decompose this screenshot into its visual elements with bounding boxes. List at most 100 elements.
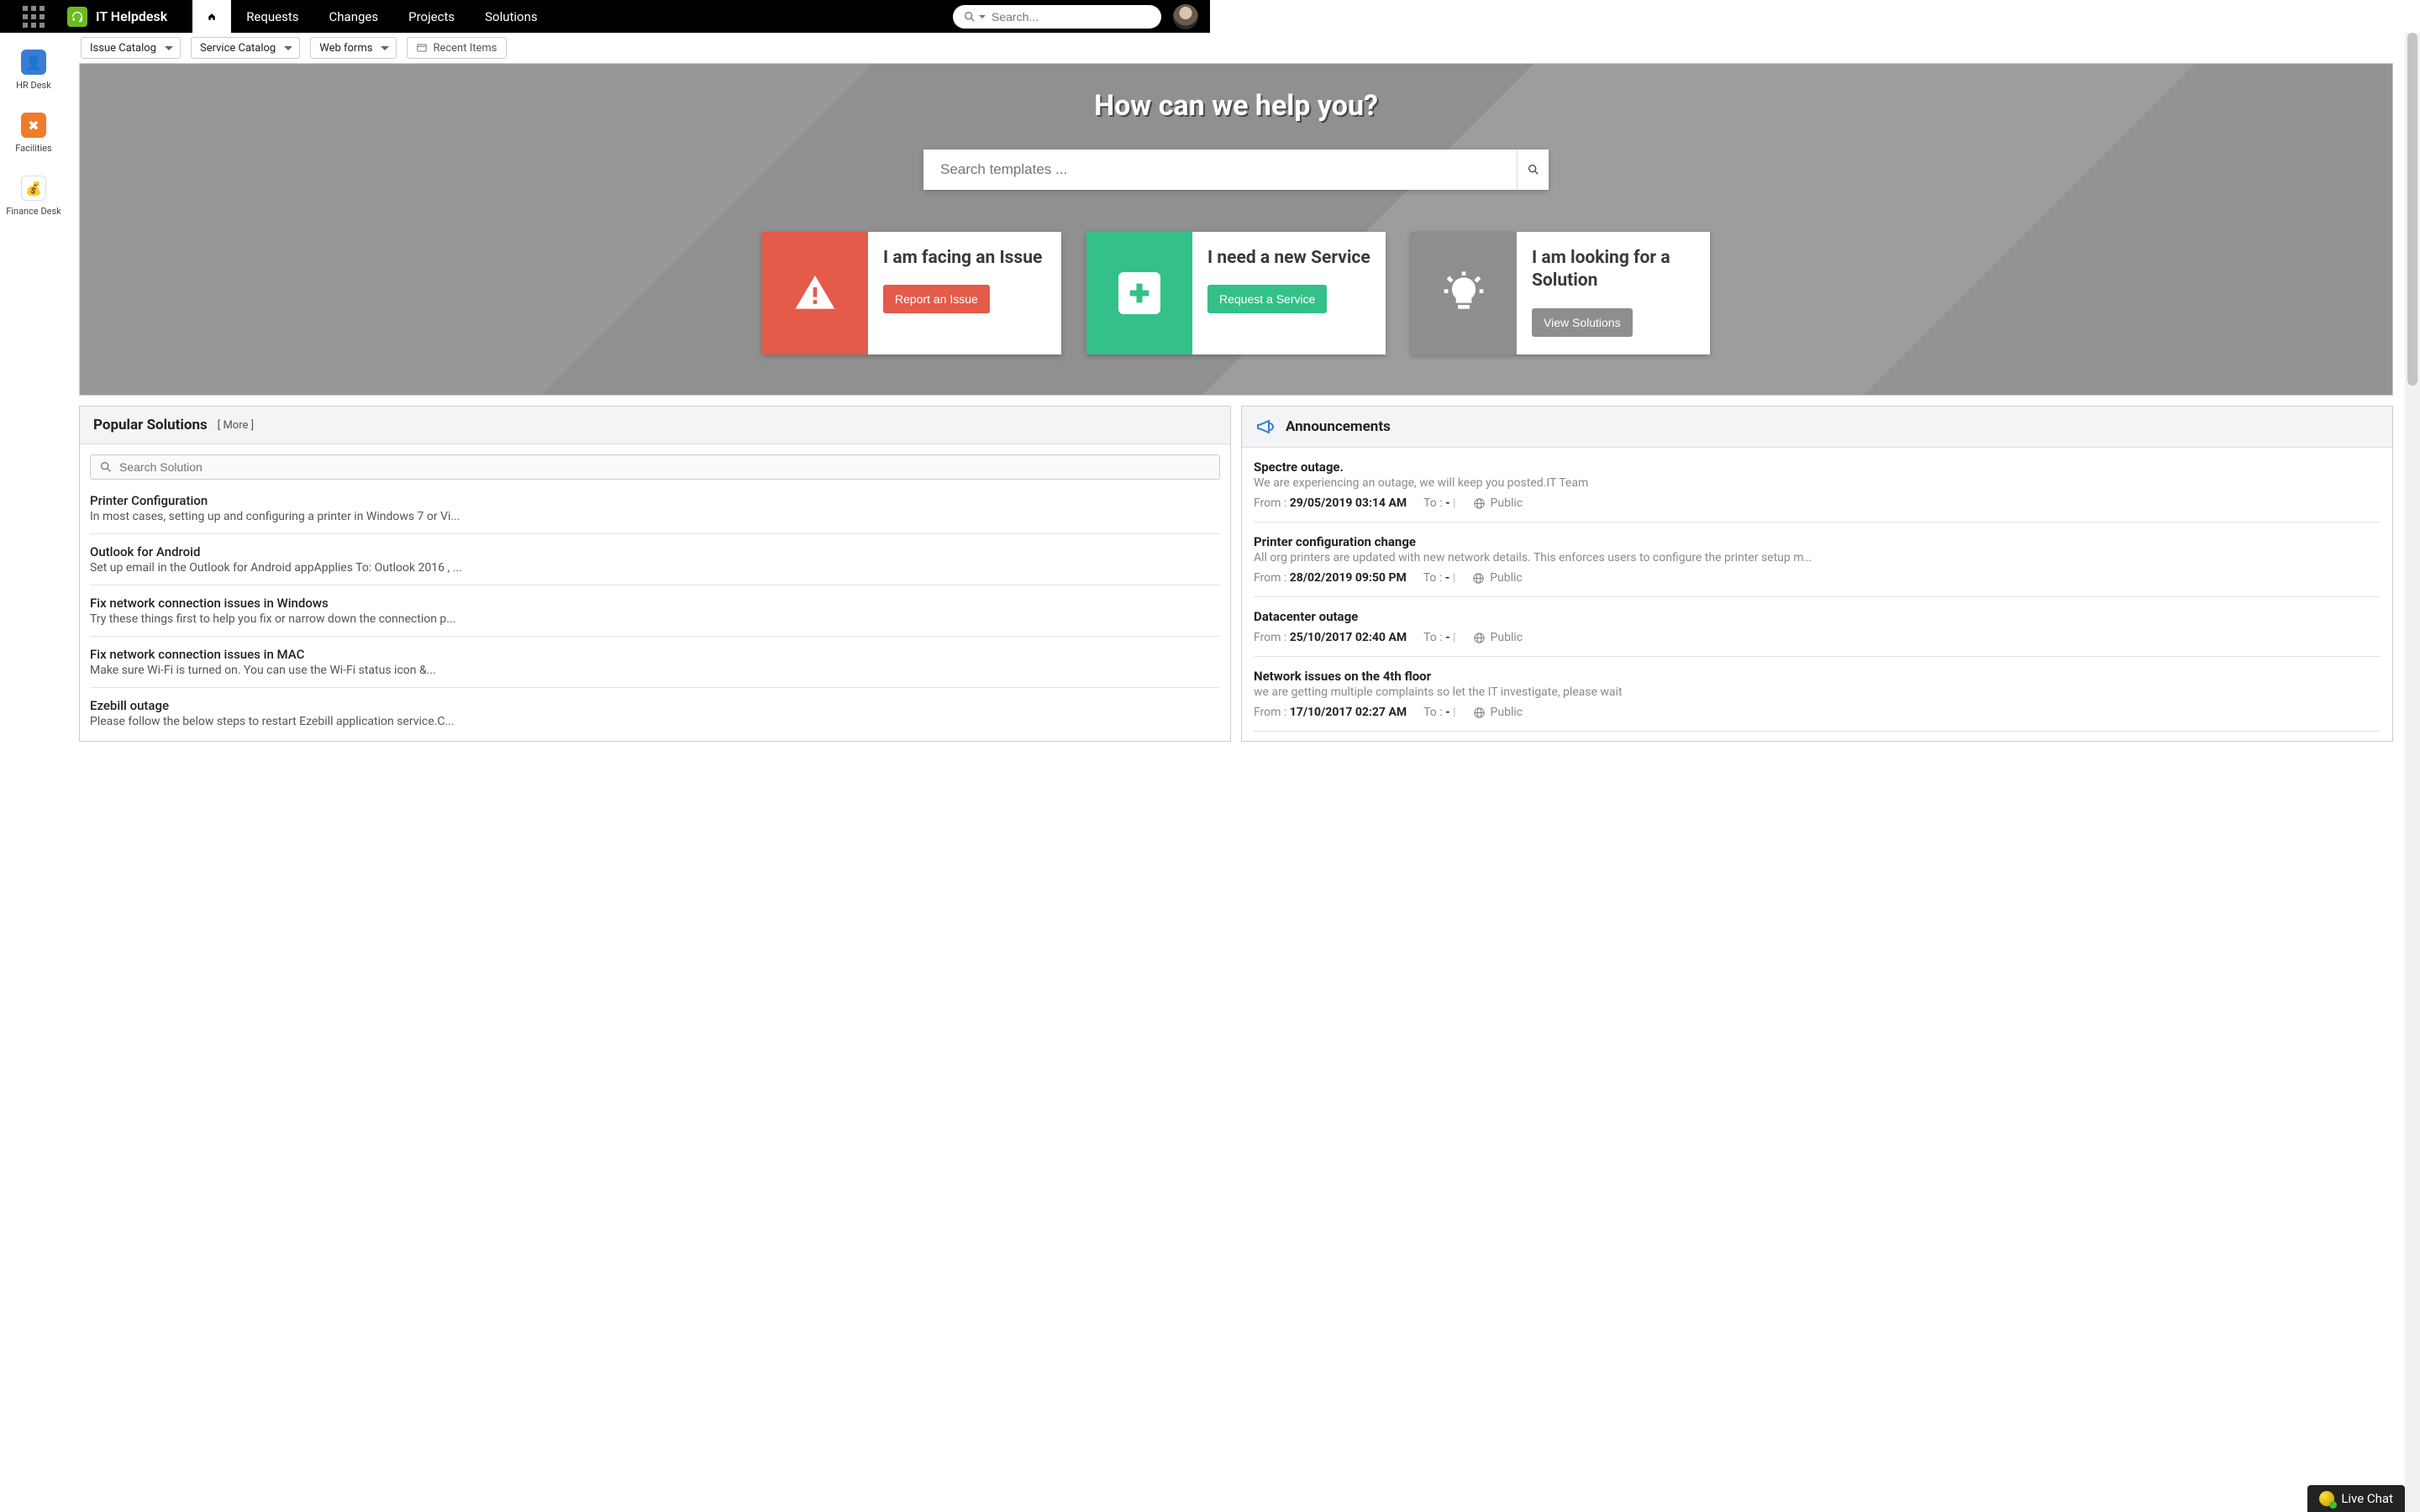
solution-title: Fix network connection issues in Windows xyxy=(90,596,1220,611)
to-value: - xyxy=(1445,706,1450,719)
hero-title: How can we help you? xyxy=(1094,89,1378,123)
announcement-item[interactable]: Datacenter outage From : 25/10/2017 02:40… xyxy=(1254,597,2381,657)
from-label: From : xyxy=(1254,571,1290,585)
nav-changes[interactable]: Changes xyxy=(314,0,394,33)
card-title: I am looking for a Solution xyxy=(1532,247,1695,293)
solution-desc: Please follow the below steps to restart… xyxy=(90,715,1220,728)
headset-icon xyxy=(71,10,84,24)
service-catalog-dropdown[interactable]: Service Catalog xyxy=(191,37,300,59)
solution-item[interactable]: Outlook for Android Set up email in the O… xyxy=(90,534,1220,585)
sub-toolbar: Issue Catalog Service Catalog Web forms … xyxy=(67,33,2405,63)
visibility-label: Public xyxy=(1491,496,1523,510)
solution-item[interactable]: Fix network connection issues in MAC Make… xyxy=(90,637,1220,688)
from-label: From : xyxy=(1254,496,1290,510)
hr-icon: 👤 xyxy=(21,50,46,75)
panel-title: Popular Solutions xyxy=(93,417,208,433)
recent-items-label: Recent Items xyxy=(433,42,497,55)
announcement-meta: From : 25/10/2017 02:40 AMTo : - |Public xyxy=(1254,631,2381,644)
from-value: 17/10/2017 02:27 AM xyxy=(1290,706,1407,719)
chat-status-icon xyxy=(2319,1491,2334,1506)
announcement-item[interactable]: Network issues on the 4th floorwe are ge… xyxy=(1254,657,2381,732)
rail-hr-desk[interactable]: 👤 HR Desk xyxy=(16,50,51,91)
report-issue-button[interactable]: Report an Issue xyxy=(883,285,990,313)
solution-item[interactable]: Printer ConfigurationIn most cases, sett… xyxy=(90,483,1220,534)
nav-requests[interactable]: Requests xyxy=(231,0,313,33)
from-label: From : xyxy=(1254,706,1290,719)
card-report-issue: I am facing an Issue Report an Issue xyxy=(762,232,1061,354)
solution-desc: Set up email in the Outlook for Android … xyxy=(90,561,1220,575)
live-chat-button[interactable]: Live Chat xyxy=(2307,1485,2405,1512)
issue-catalog-dropdown[interactable]: Issue Catalog xyxy=(81,37,181,59)
web-forms-dropdown[interactable]: Web forms xyxy=(310,37,397,59)
panels-row: Popular Solutions [ More ] Printer Confi… xyxy=(79,406,2393,742)
hero-cards: I am facing an Issue Report an Issue I n… xyxy=(80,232,2392,354)
card-title: I am facing an Issue xyxy=(883,247,1046,270)
announcement-meta: From : 29/05/2019 03:14 AMTo : - |Public xyxy=(1254,496,2381,510)
rail-finance-desk[interactable]: 💰 Finance Desk xyxy=(6,176,61,217)
globe-icon xyxy=(1473,632,1486,644)
solution-title: Fix network connection issues in MAC xyxy=(90,647,1220,662)
announcement-title: Spectre outage. xyxy=(1254,459,2381,475)
app-title: IT Helpdesk xyxy=(96,8,167,24)
scrollbar-thumb[interactable] xyxy=(2407,33,2417,386)
nav-projects[interactable]: Projects xyxy=(393,0,470,33)
lightbulb-icon xyxy=(1411,232,1517,354)
alert-icon xyxy=(762,232,868,354)
announcement-list: Spectre outage.We are experiencing an ou… xyxy=(1242,448,2392,732)
recent-items-button[interactable]: Recent Items xyxy=(407,37,506,59)
app-logo[interactable] xyxy=(67,7,87,27)
to-label: To : xyxy=(1423,631,1445,644)
solution-item[interactable]: Ezebill outagePlease follow the below st… xyxy=(90,688,1220,738)
left-rail: 👤 HR Desk ✖ Facilities 💰 Finance Desk xyxy=(0,33,67,1512)
view-solutions-button[interactable]: View Solutions xyxy=(1532,308,1633,337)
rail-label: Facilities xyxy=(15,143,51,154)
announcement-meta: From : 28/02/2019 09:50 PMTo : - |Public xyxy=(1254,571,2381,585)
rail-label: Finance Desk xyxy=(6,206,61,217)
announcement-meta: From : 17/10/2017 02:27 AMTo : - |Public xyxy=(1254,706,2381,719)
hero-search-input[interactable] xyxy=(923,150,1517,190)
globe-icon xyxy=(1473,497,1486,510)
solution-desc: Make sure Wi-Fi is turned on. You can us… xyxy=(90,664,1220,677)
announcement-item[interactable]: Spectre outage.We are experiencing an ou… xyxy=(1254,448,2381,522)
visibility-label: Public xyxy=(1490,571,1523,585)
home-icon xyxy=(208,9,216,24)
announcement-title: Printer configuration change xyxy=(1254,534,2381,549)
global-search[interactable] xyxy=(953,5,1161,29)
nav-home[interactable] xyxy=(192,0,231,33)
card-request-service: I need a new Service Request a Service xyxy=(1086,232,1386,354)
panel-announcements: Announcements Spectre outage.We are expe… xyxy=(1241,406,2393,742)
announcement-desc: we are getting multiple complaints so le… xyxy=(1254,685,2381,699)
hero-search[interactable] xyxy=(923,150,1549,190)
tools-icon: ✖ xyxy=(21,113,46,138)
visibility-label: Public xyxy=(1491,706,1523,719)
from-value: 25/10/2017 02:40 AM xyxy=(1290,631,1407,644)
from-value: 29/05/2019 03:14 AM xyxy=(1290,496,1407,510)
global-search-input[interactable] xyxy=(992,10,1151,24)
hero-search-button[interactable] xyxy=(1517,150,1549,190)
rail-facilities[interactable]: ✖ Facilities xyxy=(15,113,51,154)
hero-banner: How can we help you? I am facing an Issu… xyxy=(79,63,2393,396)
solution-list: Printer ConfigurationIn most cases, sett… xyxy=(80,483,1230,738)
recent-icon xyxy=(416,42,428,54)
request-service-button[interactable]: Request a Service xyxy=(1207,285,1327,313)
live-chat-label: Live Chat xyxy=(2341,1491,2393,1506)
nav-solutions[interactable]: Solutions xyxy=(470,0,553,33)
solution-search-input[interactable] xyxy=(119,460,1211,474)
apps-launcher[interactable] xyxy=(0,0,67,33)
megaphone-icon xyxy=(1255,417,1276,437)
solution-desc: In most cases, setting up and configurin… xyxy=(90,510,1220,523)
from-label: From : xyxy=(1254,631,1290,644)
topbar: IT Helpdesk Requests Changes Projects So… xyxy=(0,0,1210,33)
to-value: - xyxy=(1445,571,1450,585)
announcement-item[interactable]: Printer configuration changeAll org prin… xyxy=(1254,522,2381,597)
solution-search[interactable] xyxy=(90,454,1220,480)
announcement-title: Datacenter outage xyxy=(1254,609,2381,624)
solution-title: Outlook for Android xyxy=(90,544,1220,559)
more-link[interactable]: [ More ] xyxy=(218,419,254,432)
plus-icon xyxy=(1086,232,1192,354)
solution-item[interactable]: Fix network connection issues in Windows… xyxy=(90,585,1220,637)
scrollbar[interactable] xyxy=(2405,33,2420,1512)
avatar[interactable] xyxy=(1173,4,1198,29)
from-value: 28/02/2019 09:50 PM xyxy=(1290,571,1407,585)
announcement-desc: We are experiencing an outage, we will k… xyxy=(1254,476,2381,490)
